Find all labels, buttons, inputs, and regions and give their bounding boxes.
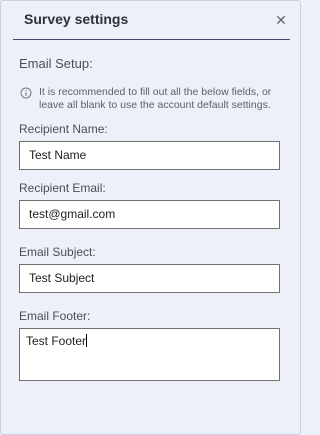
recipient-email-input[interactable]: test@gmail.com [19,200,280,229]
info-notice: It is recommended to fill out all the be… [20,86,288,112]
info-circle-icon [20,87,32,99]
recipient-email-label: Recipient Email: [19,181,106,195]
survey-settings-panel: Survey settings ✕ Email Setup: It is rec… [0,0,301,435]
email-footer-textarea[interactable]: Test Footer [19,328,280,381]
recipient-name-label: Recipient Name: [19,122,108,136]
recipient-name-value: Test Name [29,148,87,162]
recipient-email-value: test@gmail.com [29,207,116,221]
info-text: It is recommended to fill out all the be… [39,86,272,111]
email-footer-value: Test Footer [26,334,87,348]
email-setup-heading: Email Setup: [19,56,93,71]
email-subject-input[interactable]: Test Subject [19,264,280,293]
email-footer-label: Email Footer: [19,309,91,323]
email-subject-label: Email Subject: [19,245,96,259]
recipient-name-input[interactable]: Test Name [19,141,280,170]
close-icon[interactable]: ✕ [274,13,288,27]
panel-title: Survey settings [24,11,129,27]
email-subject-value: Test Subject [29,271,95,285]
text-caret [86,334,88,347]
panel-header: Survey settings ✕ [13,1,290,40]
